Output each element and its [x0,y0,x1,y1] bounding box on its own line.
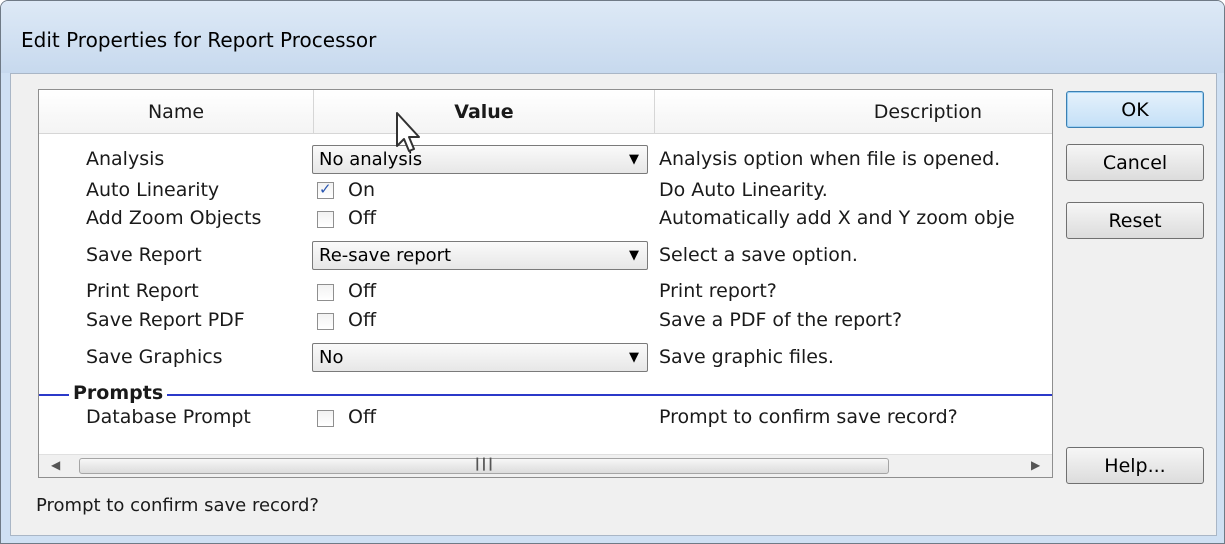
auto-linearity-checkbox[interactable]: ✓ [317,180,334,199]
property-name-add-zoom-objects: Add Zoom Objects [86,207,262,229]
cancel-button[interactable]: Cancel [1066,144,1204,181]
save-report-select[interactable]: Re-save report ▼ [312,241,648,270]
status-description-text: Prompt to confirm save record? [36,495,319,516]
add-zoom-objects-checkbox[interactable] [317,211,334,228]
print-report-value: Off [348,280,377,302]
property-description-add-zoom-objects: Automatically add X and Y zoom obje [659,207,1015,229]
reset-button[interactable]: Reset [1066,202,1204,239]
property-name-save-report-pdf: Save Report PDF [86,309,245,331]
save-graphics-select-value: No [319,347,344,368]
dropdown-arrow-icon: ▼ [629,248,639,263]
property-grid: Name Value Description Analysis No analy… [38,89,1053,478]
save-graphics-select[interactable]: No ▼ [312,343,648,372]
scroll-grip-icon: ┃┃┃ [474,458,494,471]
ok-button[interactable]: OK [1066,91,1204,128]
property-description-save-graphics: Save graphic files. [659,346,834,368]
dropdown-arrow-icon: ▼ [629,152,639,167]
property-name-database-prompt: Database Prompt [86,406,251,428]
property-description-analysis: Analysis option when file is opened. [659,148,1001,170]
checkmark-icon: ✓ [319,180,332,198]
mouse-pointer-icon [396,112,420,152]
auto-linearity-value: On [348,179,375,201]
analysis-select[interactable]: No analysis ▼ [312,145,648,174]
property-description-save-report-pdf: Save a PDF of the report? [659,309,903,331]
property-name-save-report: Save Report [86,244,202,266]
column-header-name[interactable]: Name [39,90,314,134]
property-description-print-report: Print report? [659,280,777,302]
dialog-client-area: Name Value Description Analysis No analy… [10,73,1217,536]
property-name-auto-linearity: Auto Linearity [86,179,220,201]
property-name-analysis: Analysis [86,148,165,170]
dialog-window: Edit Properties for Report Processor Nam… [0,0,1225,544]
database-prompt-value: Off [348,406,377,428]
column-header-description[interactable]: Description [655,90,1052,134]
save-report-select-value: Re-save report [319,245,452,266]
column-header-value[interactable]: Value [314,90,655,134]
group-label-prompts: Prompts [69,382,168,404]
scroll-left-arrow-icon[interactable]: ◀ [51,458,60,472]
property-name-print-report: Print Report [86,280,199,302]
property-description-database-prompt: Prompt to confirm save record? [659,406,958,428]
title-bar[interactable]: Edit Properties for Report Processor [1,1,1224,73]
save-report-pdf-value: Off [348,309,377,331]
database-prompt-checkbox[interactable] [317,410,334,427]
help-button[interactable]: Help... [1066,447,1204,484]
window-title: Edit Properties for Report Processor [21,28,377,52]
save-report-pdf-checkbox[interactable] [317,313,334,330]
scrollbar-thumb[interactable]: ┃┃┃ [79,458,889,474]
scroll-right-arrow-icon[interactable]: ▶ [1031,458,1040,472]
horizontal-scrollbar[interactable]: ◀ ┃┃┃ ▶ [39,454,1052,477]
group-divider [39,394,1052,396]
property-description-save-report: Select a save option. [659,244,858,266]
print-report-checkbox[interactable] [317,284,334,301]
property-name-save-graphics: Save Graphics [86,346,223,368]
property-description-auto-linearity: Do Auto Linearity. [659,179,828,201]
dropdown-arrow-icon: ▼ [629,350,639,365]
add-zoom-objects-value: Off [348,207,377,229]
